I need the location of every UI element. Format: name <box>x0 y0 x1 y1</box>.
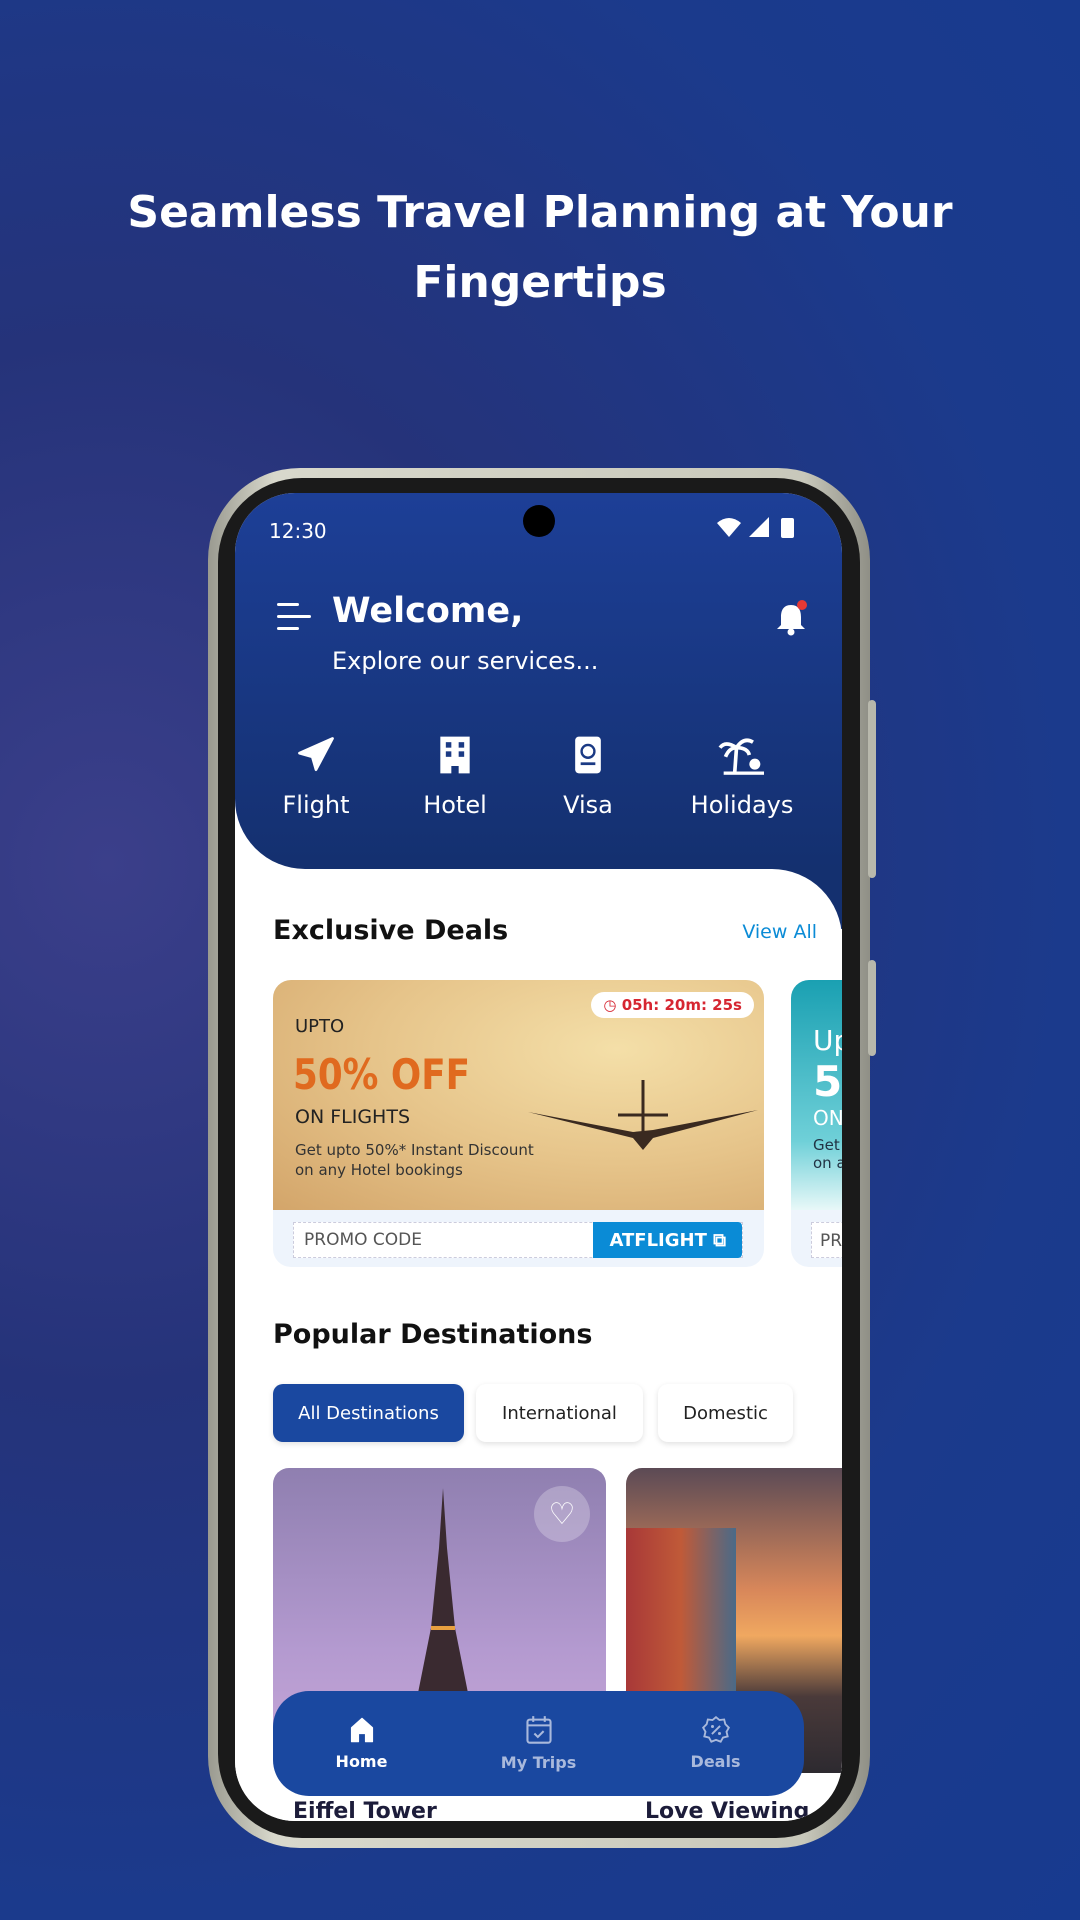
status-time: 12:30 <box>269 519 327 543</box>
destination-name: Love Viewing... <box>645 1799 835 1821</box>
discount-badge-icon <box>701 1716 730 1743</box>
filter-all-destinations[interactable]: All Destinations <box>273 1384 464 1442</box>
wifi-icon <box>717 518 741 537</box>
menu-icon[interactable] <box>275 601 313 633</box>
palm-tree-icon <box>718 738 764 775</box>
deal-card[interactable]: Up 50 ON Get on a PR <box>791 980 842 1267</box>
destination-name: Eiffel Tower <box>293 1799 437 1821</box>
deal-card[interactable]: ◷ 05h: 20m: 25s UPTO 50% OFF ON FLIGHTS … <box>273 980 764 1267</box>
home-icon <box>350 1717 373 1743</box>
countdown-timer: ◷ 05h: 20m: 25s <box>591 992 754 1018</box>
airplane-image <box>528 1080 758 1150</box>
building-icon <box>440 736 470 774</box>
service-visa[interactable]: Visa <box>523 733 653 819</box>
volume-button <box>868 700 876 878</box>
filter-domestic[interactable]: Domestic <box>658 1384 793 1442</box>
welcome-title: Welcome, <box>332 591 524 631</box>
nav-my-trips[interactable]: My Trips <box>464 1715 614 1772</box>
discount-text: 50% OFF <box>293 1050 471 1099</box>
exclusive-deals-title: Exclusive Deals <box>273 915 509 946</box>
welcome-subtitle: Explore our services... <box>332 647 599 675</box>
nav-deals[interactable]: Deals <box>641 1716 791 1771</box>
camera-cutout <box>523 505 555 537</box>
passport-icon <box>575 736 601 774</box>
notification-bell-icon[interactable] <box>773 599 809 637</box>
signal-icon <box>749 517 769 537</box>
service-holidays[interactable]: Holidays <box>677 733 807 819</box>
app-screen: 12:30 Welcome, Explore our services... F… <box>235 493 842 1821</box>
bottom-nav: Home My Trips Deals <box>273 1691 804 1796</box>
promo-code-box: PROMO CODE ATFLIGHT ⧉ <box>293 1222 743 1258</box>
view-all-link[interactable]: View All <box>742 921 817 943</box>
status-icons <box>717 517 794 538</box>
popular-destinations-title: Popular Destinations <box>273 1319 593 1350</box>
service-flight[interactable]: Flight <box>251 733 381 819</box>
power-button <box>868 960 876 1056</box>
airplane-icon <box>298 737 334 772</box>
service-hotel[interactable]: Hotel <box>390 733 520 819</box>
nav-home[interactable]: Home <box>287 1716 437 1771</box>
battery-icon <box>781 518 794 538</box>
filter-international[interactable]: International <box>476 1384 643 1442</box>
calendar-check-icon <box>525 1716 552 1744</box>
copy-promo-button[interactable]: ATFLIGHT ⧉ <box>593 1222 742 1258</box>
favorite-heart-icon[interactable]: ♡ <box>534 1486 590 1542</box>
headline: Seamless Travel Planning at Your Fingert… <box>127 187 953 308</box>
deal-image: ◷ 05h: 20m: 25s UPTO 50% OFF ON FLIGHTS … <box>273 980 764 1210</box>
